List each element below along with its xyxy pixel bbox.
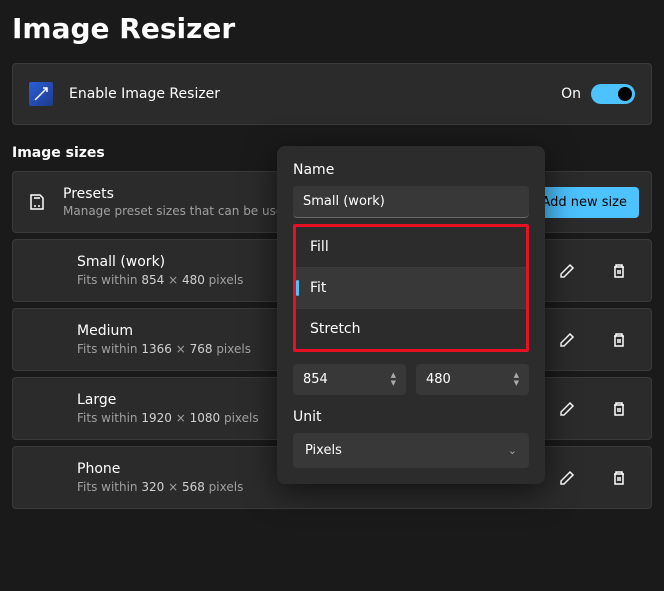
width-value: 854 xyxy=(303,372,328,387)
presets-title: Presets xyxy=(63,186,298,202)
fit-option-fill[interactable]: Fill xyxy=(296,227,526,268)
size-editor-popup: Name FillFitStretch 854 ▲▼ 480 ▲▼ Unit P… xyxy=(277,146,545,484)
fit-option-fit[interactable]: Fit xyxy=(296,268,526,309)
size-description: Fits within 1920 × 1080 pixels xyxy=(77,411,259,425)
height-value: 480 xyxy=(426,372,451,387)
unit-select[interactable]: Pixels ⌄ xyxy=(293,433,529,468)
editor-unit-label: Unit xyxy=(293,409,529,425)
edit-button[interactable] xyxy=(551,393,583,425)
editor-name-label: Name xyxy=(293,162,529,178)
presets-subtitle: Manage preset sizes that can be used i xyxy=(63,204,298,218)
fit-mode-dropdown-options: FillFitStretch xyxy=(293,224,529,352)
edit-button[interactable] xyxy=(551,462,583,494)
spinner-icon[interactable]: ▲▼ xyxy=(514,372,519,387)
editor-name-input[interactable] xyxy=(293,186,529,218)
unit-value: Pixels xyxy=(305,443,342,458)
toggle-state-text: On xyxy=(561,86,581,102)
height-input[interactable]: 480 ▲▼ xyxy=(416,364,529,395)
spinner-icon[interactable]: ▲▼ xyxy=(391,372,396,387)
page-title: Image Resizer xyxy=(0,0,664,63)
size-description: Fits within 320 × 568 pixels xyxy=(77,480,243,494)
edit-button[interactable] xyxy=(551,255,583,287)
toggle-knob xyxy=(618,87,632,101)
size-name: Medium xyxy=(77,323,251,339)
size-name: Small (work) xyxy=(77,254,243,270)
add-new-size-button[interactable]: Add new size xyxy=(529,187,639,218)
delete-button[interactable] xyxy=(603,255,635,287)
delete-button[interactable] xyxy=(603,393,635,425)
chevron-down-icon: ⌄ xyxy=(508,444,517,457)
enable-label: Enable Image Resizer xyxy=(69,86,561,102)
width-input[interactable]: 854 ▲▼ xyxy=(293,364,406,395)
fit-option-stretch[interactable]: Stretch xyxy=(296,309,526,349)
size-name: Large xyxy=(77,392,259,408)
resizer-app-icon xyxy=(29,82,53,106)
delete-button[interactable] xyxy=(603,324,635,356)
enable-toggle[interactable] xyxy=(591,84,635,104)
edit-button[interactable] xyxy=(551,324,583,356)
size-description: Fits within 1366 × 768 pixels xyxy=(77,342,251,356)
delete-button[interactable] xyxy=(603,462,635,494)
presets-icon xyxy=(25,190,49,214)
size-description: Fits within 854 × 480 pixels xyxy=(77,273,243,287)
enable-panel: Enable Image Resizer On xyxy=(12,63,652,125)
size-name: Phone xyxy=(77,461,243,477)
